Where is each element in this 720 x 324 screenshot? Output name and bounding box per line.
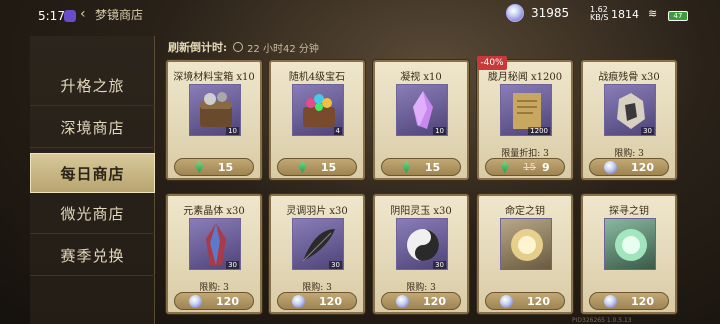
old-price: 15 — [523, 161, 537, 173]
shop-card[interactable]: 灵调羽片 x30 30 限购: 3 120 — [269, 194, 365, 314]
price-button[interactable]: 15 9 — [485, 158, 565, 176]
price-value: 120 — [527, 294, 550, 308]
card-title: 战痕残骨 x30 — [598, 72, 660, 83]
card-title: 随机4级宝石 — [288, 72, 346, 83]
price-value: 15 — [320, 160, 337, 174]
shop-card[interactable]: 阴阳灵玉 x30 30 限购: 3 120 — [373, 194, 469, 314]
shop-card[interactable]: 随机4级宝石 4 15 — [269, 60, 365, 180]
gem-icon — [194, 161, 204, 173]
orb-icon — [189, 294, 203, 308]
quantity-badge: 30 — [641, 127, 654, 135]
price-value: 120 — [216, 294, 239, 308]
price-button[interactable]: 120 — [485, 292, 565, 310]
element-crystal-icon: 30 — [189, 218, 241, 270]
gem-icon — [401, 161, 411, 173]
bone-shard-icon: 30 — [604, 84, 656, 136]
price-button[interactable]: 120 — [381, 292, 461, 310]
price-value: 120 — [631, 160, 654, 174]
gem-chest-icon: 4 — [292, 84, 344, 136]
treasure-chest-icon: 10 — [189, 84, 241, 136]
sidebar-item-abyss-shop[interactable]: 深境商店 — [30, 108, 155, 148]
shop-card[interactable]: 命定之钥 120 — [477, 194, 573, 314]
refresh-countdown: 刷新倒计时: 22 小时42 分钟 — [168, 38, 319, 56]
card-title: 深境材料宝箱 x10 — [173, 72, 255, 83]
price-button[interactable]: 15 — [277, 158, 357, 176]
price-button[interactable]: 15 — [174, 158, 254, 176]
currency-value: 31985 — [531, 6, 570, 20]
shop-card[interactable]: -40% 胧月秘闻 x1200 1200 限量折扣: 3 15 9 — [477, 56, 573, 180]
refresh-value: 22 小时42 分钟 — [247, 43, 319, 55]
sidebar-item-glimmer-shop[interactable]: 微光商店 — [30, 194, 155, 234]
gem-icon — [297, 161, 307, 173]
sidebar-item-daily-shop[interactable]: 每日商店 — [30, 153, 155, 193]
net-speed: 1.62 KB/S — [590, 5, 609, 22]
orb-icon — [604, 294, 618, 308]
price-button[interactable]: 120 — [589, 292, 669, 310]
refresh-label: 刷新倒计时: — [168, 41, 228, 54]
version-text: PID326265 1.0.5.13 — [572, 317, 632, 324]
currency-orb-icon — [506, 4, 524, 22]
quantity-badge: 30 — [433, 261, 446, 269]
quantity-badge: 30 — [329, 261, 342, 269]
orb-icon — [292, 294, 306, 308]
shop-card[interactable]: 探寻之钥 120 — [581, 194, 677, 314]
shop-card[interactable]: 深境材料宝箱 x10 10 15 — [166, 60, 262, 180]
quantity-badge: 4 — [333, 127, 342, 135]
sidebar-item-season-exchange[interactable]: 赛季兑换 — [30, 236, 155, 276]
price-button[interactable]: 120 — [277, 292, 357, 310]
quantity-badge: 30 — [226, 261, 239, 269]
card-title: 凝视 x10 — [400, 72, 442, 83]
gem-icon — [500, 161, 510, 173]
price-button[interactable]: 15 — [381, 158, 461, 176]
app-icon — [64, 10, 76, 22]
card-title: 命定之钥 — [505, 206, 545, 217]
card-title: 灵调羽片 x30 — [286, 206, 348, 217]
card-title: 胧月秘闻 x1200 — [487, 72, 563, 83]
price-value: 120 — [423, 294, 446, 308]
feather-icon: 30 — [292, 218, 344, 270]
status-time: 5:17 — [38, 9, 65, 23]
quantity-badge: 10 — [433, 127, 446, 135]
shop-card[interactable]: 凝视 x10 10 15 — [373, 60, 469, 180]
crystal-icon: 10 — [396, 84, 448, 136]
price-value: 9 — [542, 160, 550, 174]
battery-icon: 47 — [668, 11, 688, 21]
price-value: 120 — [319, 294, 342, 308]
page-title: 梦镜商店 — [95, 8, 144, 22]
status-bar: 5:17 ‹ 梦镜商店 31985 1.62 KB/S 1814 ≋ 47 — [0, 0, 720, 30]
destiny-key-icon — [500, 218, 552, 270]
scroll-icon: 1200 — [500, 84, 552, 136]
shop-card[interactable]: 元素晶体 x30 30 限购: 3 120 — [166, 194, 262, 314]
status-clock: 1814 — [611, 8, 639, 21]
card-title: 元素晶体 x30 — [183, 206, 245, 217]
currency-display[interactable]: 31985 — [506, 4, 569, 22]
price-value: 120 — [631, 294, 654, 308]
price-value: 15 — [424, 160, 441, 174]
price-button[interactable]: 120 — [589, 158, 669, 176]
shop-card[interactable]: 战痕残骨 x30 30 限购: 3 120 — [581, 60, 677, 180]
orb-icon — [604, 160, 618, 174]
sidebar-item-ascension[interactable]: 升格之旅 — [30, 66, 155, 106]
seeker-key-icon — [604, 218, 656, 270]
card-title: 阴阳灵玉 x30 — [390, 206, 452, 217]
quantity-badge: 10 — [226, 127, 239, 135]
card-title: 探寻之钥 — [609, 206, 649, 217]
clock-icon — [233, 42, 244, 52]
wifi-icon: ≋ — [648, 7, 658, 20]
orb-icon — [500, 294, 514, 308]
yin-yang-jade-icon: 30 — [396, 218, 448, 270]
back-icon[interactable]: ‹ — [80, 6, 86, 22]
price-button[interactable]: 120 — [174, 292, 254, 310]
quantity-badge: 1200 — [528, 127, 550, 135]
sidebar: 升格之旅 深境商店 每日商店 微光商店 赛季兑换 — [30, 36, 155, 324]
price-value: 15 — [217, 160, 234, 174]
orb-icon — [396, 294, 410, 308]
